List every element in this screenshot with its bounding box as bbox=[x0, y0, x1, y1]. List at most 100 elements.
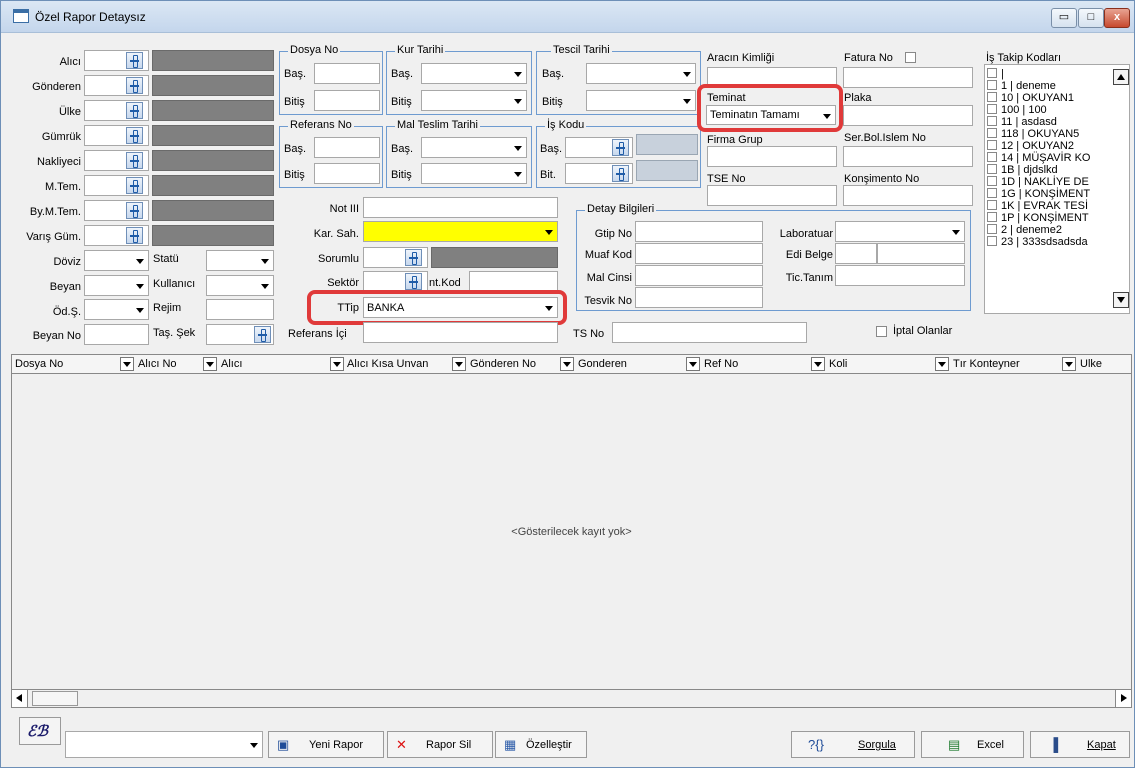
col-gonderen-no-filter-icon[interactable] bbox=[560, 357, 574, 371]
doviz-select[interactable] bbox=[84, 250, 149, 271]
tse-input[interactable] bbox=[707, 185, 837, 206]
col-alici-kisa-filter-icon[interactable] bbox=[452, 357, 466, 371]
gonderen-picker-icon[interactable] bbox=[126, 77, 143, 94]
edi-input-1[interactable] bbox=[835, 243, 877, 264]
grid-hscrollbar[interactable] bbox=[11, 689, 1132, 708]
istakip-item-checkbox[interactable] bbox=[987, 92, 997, 102]
col-gonderen-filter-icon[interactable] bbox=[686, 357, 700, 371]
kur-bas-select[interactable] bbox=[421, 63, 527, 84]
istakip-list-item[interactable]: 2 | deneme2 bbox=[987, 224, 1062, 236]
konsimento-input[interactable] bbox=[843, 185, 973, 206]
muaf-input[interactable] bbox=[635, 243, 763, 264]
istakip-list-item[interactable]: 1 | deneme bbox=[987, 80, 1056, 92]
gtip-input[interactable] bbox=[635, 221, 763, 242]
col-ref-no[interactable]: Ref No bbox=[704, 358, 738, 370]
col-alici-kisa[interactable]: Alıcı Kısa Unvan bbox=[347, 358, 428, 370]
tesvik-input[interactable] bbox=[635, 287, 763, 308]
istakip-item-checkbox[interactable] bbox=[987, 164, 997, 174]
col-alici[interactable]: Alıcı bbox=[221, 358, 242, 370]
sektor-picker-icon[interactable] bbox=[405, 273, 422, 290]
iskodu-bas-picker-icon[interactable] bbox=[612, 139, 629, 156]
scroll-right-icon[interactable] bbox=[1115, 690, 1131, 707]
ref-bitis-input[interactable] bbox=[314, 163, 380, 184]
list-scroll-down-icon[interactable] bbox=[1113, 292, 1129, 308]
scroll-thumb[interactable] bbox=[32, 691, 78, 706]
istakip-list-item[interactable]: 11 | asdasd bbox=[987, 116, 1057, 128]
grid-body[interactable]: <Gösterilecek kayıt yok> bbox=[11, 374, 1132, 689]
istakip-list-item[interactable]: 100 | 100 bbox=[987, 104, 1047, 116]
alici-picker-icon[interactable] bbox=[126, 52, 143, 69]
sorumlu-picker-icon[interactable] bbox=[405, 249, 422, 266]
karsah-select[interactable] bbox=[363, 221, 558, 242]
tsno-input[interactable] bbox=[612, 322, 807, 343]
report-select[interactable] bbox=[65, 731, 263, 758]
ozellestir-button[interactable]: ▦ Özelleştir bbox=[495, 731, 587, 758]
mal-bitis-select[interactable] bbox=[421, 163, 527, 184]
istakip-list-item[interactable]: 14 | MÜŞAVİR KO bbox=[987, 152, 1090, 164]
kur-bitis-select[interactable] bbox=[421, 90, 527, 111]
maximize-button[interactable]: □ bbox=[1078, 8, 1104, 28]
kapat-button[interactable]: ▐ Kapat bbox=[1030, 731, 1130, 758]
fatura-checkbox[interactable] bbox=[905, 52, 916, 63]
istakip-item-checkbox[interactable] bbox=[987, 116, 997, 126]
istakip-item-checkbox[interactable] bbox=[987, 140, 997, 150]
refic-input[interactable] bbox=[363, 322, 558, 343]
istakip-list-item[interactable]: 1B | djdslkd bbox=[987, 164, 1058, 176]
istakip-item-checkbox[interactable] bbox=[987, 188, 997, 198]
beyan-select[interactable] bbox=[84, 275, 149, 296]
istakip-list-item[interactable]: 12 | OKUYAN2 bbox=[987, 140, 1074, 152]
istakip-list-item[interactable]: 118 | OKUYAN5 bbox=[987, 128, 1079, 140]
istakip-list-item[interactable]: 1G | KONŞİMENT bbox=[987, 188, 1090, 200]
rejim-input[interactable] bbox=[206, 299, 274, 320]
varis-picker-icon[interactable] bbox=[126, 227, 143, 244]
scroll-left-icon[interactable] bbox=[12, 690, 28, 707]
ods-select[interactable] bbox=[84, 299, 149, 320]
col-dosya-no-filter-icon[interactable] bbox=[120, 357, 134, 371]
col-gonderen-no[interactable]: Gönderen No bbox=[470, 358, 536, 370]
istakip-list-item[interactable]: 1K | EVRAK TESİ bbox=[987, 200, 1088, 212]
beyanno-input[interactable] bbox=[84, 324, 149, 345]
firma-input[interactable] bbox=[707, 146, 837, 167]
mal-bas-select[interactable] bbox=[421, 137, 527, 158]
yeni-rapor-button[interactable]: ▣ Yeni Rapor bbox=[268, 731, 384, 758]
istakip-item-checkbox[interactable] bbox=[987, 104, 997, 114]
col-gonderen[interactable]: Gonderen bbox=[578, 358, 627, 370]
ttip-select[interactable]: BANKA bbox=[363, 297, 558, 318]
istakip-item-checkbox[interactable] bbox=[987, 152, 997, 162]
ulke-picker-icon[interactable] bbox=[126, 102, 143, 119]
mtem-picker-icon[interactable] bbox=[126, 177, 143, 194]
istakip-item-checkbox[interactable] bbox=[987, 212, 997, 222]
col-alici-no[interactable]: Alıcı No bbox=[138, 358, 177, 370]
plaka-input[interactable] bbox=[843, 105, 973, 126]
fatura-input[interactable] bbox=[843, 67, 973, 88]
teminat-select[interactable]: Teminatın Tamamı bbox=[706, 105, 836, 125]
rapor-sil-button[interactable]: ✕ Rapor Sil bbox=[387, 731, 493, 758]
col-alici-no-filter-icon[interactable] bbox=[203, 357, 217, 371]
malcinsi-input[interactable] bbox=[635, 265, 763, 286]
istakip-list-item[interactable]: 23 | 333sdsadsda bbox=[987, 236, 1088, 248]
istakip-item-checkbox[interactable] bbox=[987, 200, 997, 210]
bymtem-picker-icon[interactable] bbox=[126, 202, 143, 219]
gumruk-picker-icon[interactable] bbox=[126, 127, 143, 144]
col-ref-no-filter-icon[interactable] bbox=[811, 357, 825, 371]
istakip-item-checkbox[interactable] bbox=[987, 224, 997, 234]
istakip-item-checkbox[interactable] bbox=[987, 128, 997, 138]
close-button[interactable]: x bbox=[1104, 8, 1130, 28]
lab-select[interactable] bbox=[835, 221, 965, 242]
tassek-picker-icon[interactable] bbox=[254, 326, 271, 343]
istakip-item-checkbox[interactable] bbox=[987, 236, 997, 246]
not3-input[interactable] bbox=[363, 197, 558, 218]
ref-bas-input[interactable] bbox=[314, 137, 380, 158]
istakip-list-item[interactable]: 10 | OKUYAN1 bbox=[987, 92, 1074, 104]
col-tir-filter-icon[interactable] bbox=[1062, 357, 1076, 371]
col-koli[interactable]: Koli bbox=[829, 358, 847, 370]
istakip-item-checkbox[interactable] bbox=[987, 80, 997, 90]
iskodu-bit-picker-icon[interactable] bbox=[612, 165, 629, 182]
col-ulke[interactable]: Ulke bbox=[1080, 358, 1102, 370]
list-scroll-up-icon[interactable] bbox=[1113, 69, 1129, 85]
nakliyeci-picker-icon[interactable] bbox=[126, 152, 143, 169]
istakip-item-checkbox[interactable] bbox=[987, 176, 997, 186]
istakip-list[interactable]: | 1 | deneme 10 | OKUYAN1 100 | 100 11 | asd… bbox=[984, 64, 1130, 314]
dosya-bitis-input[interactable] bbox=[314, 90, 380, 111]
statu-select[interactable] bbox=[206, 250, 274, 271]
